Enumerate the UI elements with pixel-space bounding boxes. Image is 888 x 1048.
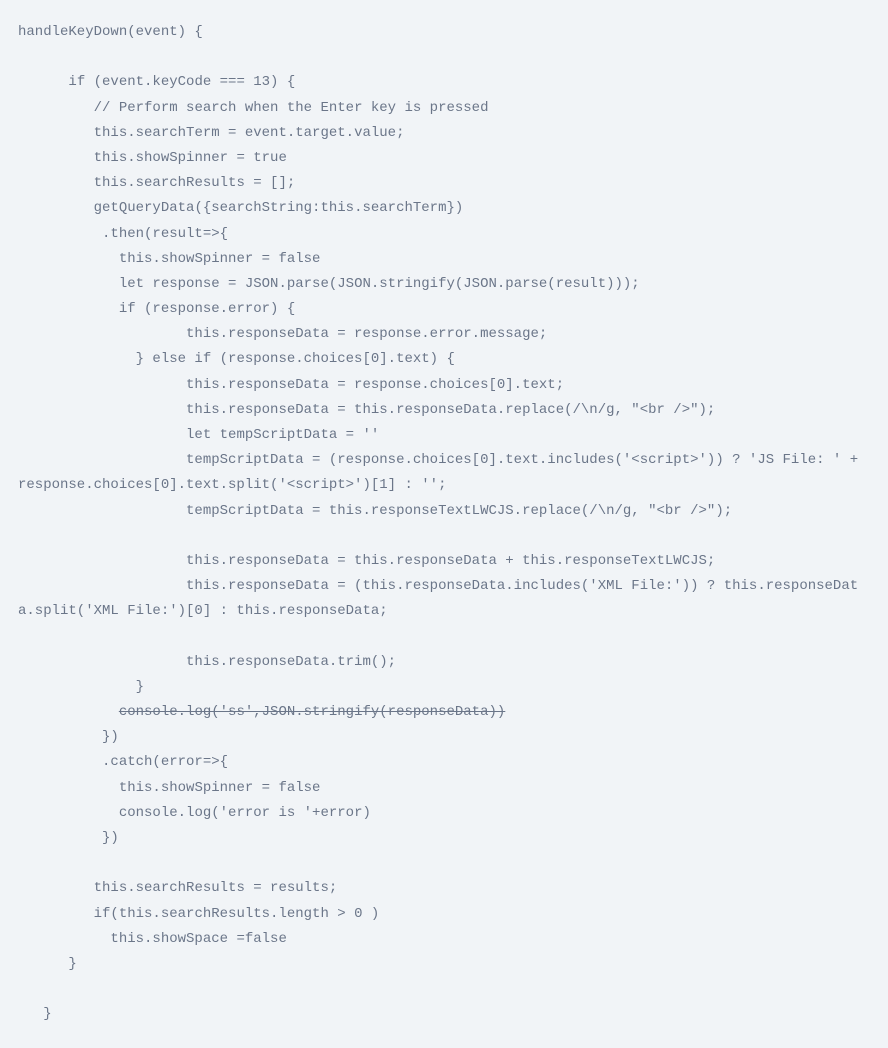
code-line: this.showSpace =false bbox=[18, 927, 870, 952]
code-snippet: handleKeyDown(event) { if (event.keyCode… bbox=[0, 0, 888, 1048]
code-line: tempScriptData = this.responseTextLWCJS.… bbox=[18, 499, 870, 524]
code-line: } else if (response.choices[0].text) { bbox=[18, 347, 870, 372]
code-line: if(this.searchResults.length > 0 ) bbox=[18, 902, 870, 927]
code-line bbox=[18, 851, 870, 876]
code-line: tempScriptData = (response.choices[0].te… bbox=[18, 448, 870, 498]
code-line bbox=[18, 977, 870, 1002]
code-line: // Perform search when the Enter key is … bbox=[18, 96, 870, 121]
code-line bbox=[18, 625, 870, 650]
struck-code: console.log('ss',JSON.stringify(response… bbox=[119, 704, 505, 720]
code-line: this.responseData = this.responseData.re… bbox=[18, 398, 870, 423]
code-line: this.showSpinner = false bbox=[18, 776, 870, 801]
code-line: this.responseData = this.responseData + … bbox=[18, 549, 870, 574]
code-line: }) bbox=[18, 826, 870, 851]
code-line bbox=[18, 45, 870, 70]
code-line: } bbox=[18, 675, 870, 700]
code-line: this.showSpinner = true bbox=[18, 146, 870, 171]
code-line: .then(result=>{ bbox=[18, 222, 870, 247]
code-line: console.log('ss',JSON.stringify(response… bbox=[18, 700, 870, 725]
code-line: getQueryData({searchString:this.searchTe… bbox=[18, 196, 870, 221]
code-line bbox=[18, 524, 870, 549]
code-line: if (event.keyCode === 13) { bbox=[18, 70, 870, 95]
code-line: this.responseData.trim(); bbox=[18, 650, 870, 675]
code-line: handleKeyDown(event) { bbox=[18, 20, 870, 45]
code-line: let response = JSON.parse(JSON.stringify… bbox=[18, 272, 870, 297]
code-line: console.log('error is '+error) bbox=[18, 801, 870, 826]
code-line: this.searchResults = []; bbox=[18, 171, 870, 196]
code-line: let tempScriptData = '' bbox=[18, 423, 870, 448]
code-line: .catch(error=>{ bbox=[18, 750, 870, 775]
code-line: this.responseData = response.error.messa… bbox=[18, 322, 870, 347]
code-line: }) bbox=[18, 725, 870, 750]
code-line: this.responseData = (this.responseData.i… bbox=[18, 574, 870, 624]
code-line: if (response.error) { bbox=[18, 297, 870, 322]
code-line: this.responseData = response.choices[0].… bbox=[18, 373, 870, 398]
code-line: } bbox=[18, 952, 870, 977]
code-line: this.searchTerm = event.target.value; bbox=[18, 121, 870, 146]
code-line: this.showSpinner = false bbox=[18, 247, 870, 272]
code-line: this.searchResults = results; bbox=[18, 876, 870, 901]
